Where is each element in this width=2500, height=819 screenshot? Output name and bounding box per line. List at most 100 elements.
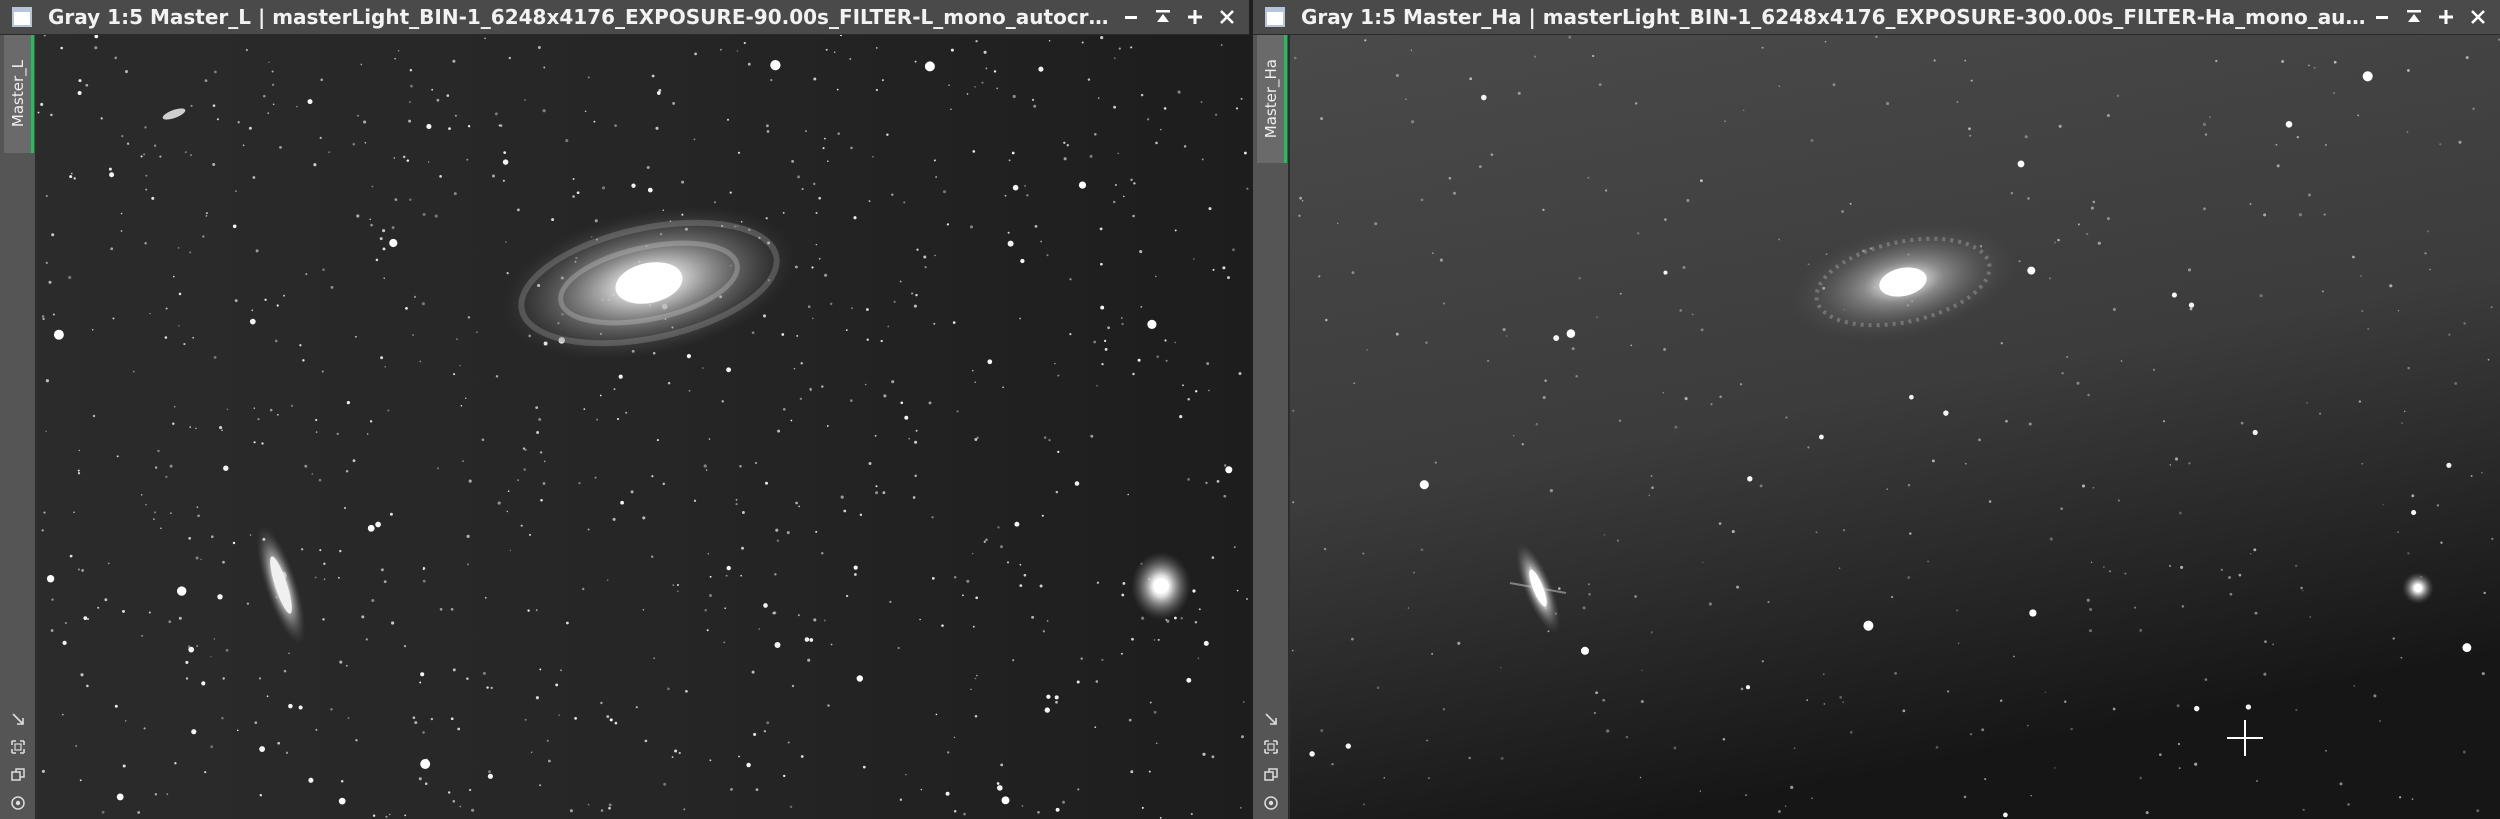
star (502, 179, 505, 182)
window-titlebar[interactable]: Gray 1:5 Master_Ha | masterLight_BIN-1_6… (1253, 0, 2500, 35)
minimize-button[interactable] (2366, 2, 2398, 32)
star (2054, 241, 2057, 244)
image-window-master-ha[interactable]: Gray 1:5 Master_Ha | masterLight_BIN-1_6… (1253, 0, 2500, 819)
star (793, 367, 796, 370)
star (827, 704, 830, 707)
resize-arrow-icon[interactable] (8, 709, 28, 729)
star (1902, 709, 1906, 713)
star (1410, 49, 1413, 51)
star (1761, 660, 1764, 663)
target-icon[interactable] (1261, 793, 1281, 813)
star (409, 198, 412, 201)
star (1227, 276, 1230, 280)
star (2252, 429, 2258, 436)
star (1104, 347, 1108, 351)
star (223, 465, 229, 471)
star (420, 759, 431, 769)
star (190, 104, 193, 107)
star (2298, 213, 2302, 217)
star (1183, 145, 1187, 148)
target-icon[interactable] (8, 793, 28, 813)
star (2092, 200, 2096, 204)
image-viewport-master-l[interactable] (37, 35, 1249, 819)
window-titlebar[interactable]: Gray 1:5 Master_L | masterLight_BIN-1_62… (0, 0, 1249, 35)
view-tab-master-ha[interactable]: Master_Ha (1257, 35, 1287, 163)
star (1155, 141, 1158, 145)
resize-arrow-icon[interactable] (1261, 709, 1281, 729)
star (962, 594, 964, 597)
star (1293, 56, 1297, 60)
shade-button[interactable] (2398, 2, 2430, 32)
close-button[interactable] (2462, 2, 2494, 32)
window-icon[interactable] (12, 7, 32, 27)
star (1048, 39, 1051, 42)
shade-button[interactable] (1147, 2, 1179, 32)
star (2139, 776, 2143, 780)
star (144, 242, 147, 245)
star (872, 155, 874, 158)
maximize-button[interactable] (1179, 2, 1211, 32)
star (422, 731, 425, 734)
star (145, 188, 148, 191)
window-icon[interactable] (1265, 7, 1285, 27)
star (1580, 646, 1590, 655)
image-window-master-l[interactable]: Gray 1:5 Master_L | masterLight_BIN-1_62… (0, 0, 1249, 819)
clone-view-icon[interactable] (8, 765, 28, 785)
star (101, 810, 105, 814)
view-tab-master-l[interactable]: Master_L (4, 35, 34, 153)
star (726, 565, 731, 571)
star (1041, 514, 1044, 517)
star (539, 451, 543, 454)
star (235, 190, 237, 192)
star (1374, 222, 1378, 226)
image-viewport-master-ha[interactable] (1290, 35, 2500, 819)
star (1575, 375, 1578, 378)
star (1984, 778, 1987, 781)
star (751, 670, 755, 674)
star (83, 616, 88, 620)
star (2010, 191, 2014, 195)
fit-view-icon[interactable] (1261, 737, 1281, 757)
star (2220, 568, 2223, 571)
star (205, 214, 208, 217)
maximize-button[interactable] (2430, 2, 2462, 32)
star (931, 516, 934, 519)
star (426, 123, 432, 129)
star (614, 721, 618, 725)
star (397, 50, 400, 52)
star (952, 321, 956, 324)
star (266, 695, 269, 698)
clone-view-icon[interactable] (1261, 765, 1281, 785)
star (456, 338, 458, 341)
star (405, 307, 408, 310)
star (681, 180, 685, 184)
star (751, 331, 755, 335)
star (874, 434, 877, 437)
star (315, 728, 318, 731)
star (91, 329, 94, 331)
star (953, 809, 957, 813)
star (439, 607, 443, 611)
star (560, 669, 562, 672)
star (232, 541, 236, 545)
star (1425, 341, 1428, 344)
star (184, 151, 187, 154)
star (1894, 672, 1897, 675)
star (1719, 395, 1722, 399)
minimize-button[interactable] (1115, 2, 1147, 32)
star (738, 755, 740, 758)
star (274, 339, 278, 343)
close-button[interactable] (1211, 2, 1243, 32)
star (116, 793, 124, 801)
star (41, 315, 45, 318)
star (1148, 770, 1151, 773)
star (1122, 581, 1126, 585)
star (100, 117, 103, 120)
star (425, 758, 429, 761)
star (2263, 213, 2267, 217)
star (1012, 659, 1015, 662)
star (543, 460, 546, 463)
star (826, 160, 829, 163)
fit-view-icon[interactable] (8, 737, 28, 757)
star (201, 681, 206, 686)
